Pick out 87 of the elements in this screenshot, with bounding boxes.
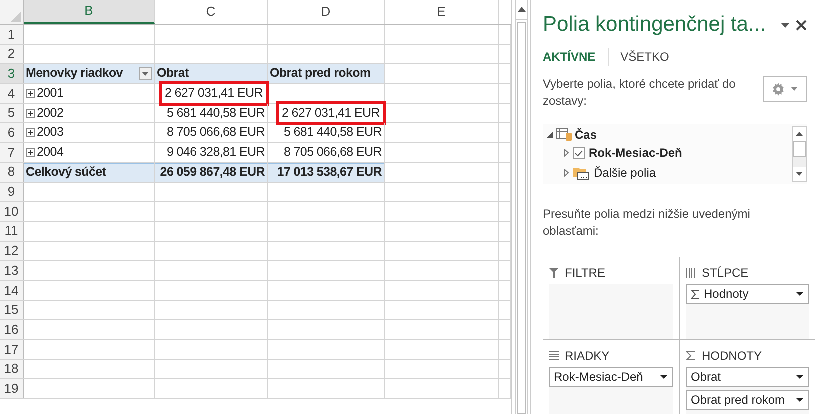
table-name: Čas [575,126,598,144]
up-arrow-icon[interactable] [518,7,526,12]
expand-icon[interactable] [26,108,35,118]
row-header[interactable]: 12 [0,242,24,260]
row-header[interactable]: 16 [0,320,24,339]
table-cell-text: 8 705 066,68 EUR [284,144,382,162]
row-header[interactable]: 2 [0,44,24,64]
row-header[interactable]: 15 [0,300,24,320]
area-label: RIADKY [565,348,610,365]
settings-icon [772,82,785,96]
dropdown-arrow-icon[interactable] [796,398,804,402]
filter-dropdown[interactable] [139,67,152,80]
expand-icon[interactable] [26,128,35,138]
row-header[interactable]: 6 [0,123,24,142]
area-label: HODNOTY [702,348,762,365]
dropdown-arrow-icon[interactable] [796,292,804,296]
field-name: Rok-Mesiac-Deň [589,145,682,162]
expand-icon[interactable] [26,148,35,157]
row-header[interactable]: 13 [0,261,24,280]
down-arrow-icon[interactable] [796,172,803,176]
sigma-icon [686,351,696,361]
row-header[interactable]: 10 [0,202,24,221]
field-dropdown[interactable]: Hodnoty [686,284,809,304]
expander-icon[interactable] [547,132,553,138]
table-cell-text: 5 681 440,58 EUR [166,104,265,122]
vertical-scrollbar[interactable] [515,0,528,414]
tab[interactable]: VŠETKO [620,48,682,66]
areas-hint: Presuňte polia medzi nižšie uvedenými oblasťami: [543,206,752,240]
table-icon [556,128,572,141]
table-cell-text: Obrat [157,65,189,82]
row-header[interactable]: 4 [0,84,24,103]
tab[interactable]: AKTÍVNE [543,48,609,66]
up-arrow-icon[interactable] [796,132,803,136]
table-cell-text: 2001 [37,85,64,102]
table-cell-text: Obrat pred rokom [270,65,371,82]
row-header[interactable]: 3 [0,64,24,84]
dropdown-arrow-icon[interactable] [660,375,668,379]
expander-icon[interactable] [564,169,569,177]
field-dropdown[interactable]: Obrat pred rokom [686,390,809,410]
field-name: Ďalšie polia [594,165,656,182]
checkmark-icon [575,150,583,156]
panel-title: Polia kontingenčnej ta... [543,12,766,38]
table-cell-text: Celkový súčet [26,164,106,182]
field-checkbox[interactable] [573,147,585,159]
table-cell: 2 627 031,41 EUR [162,84,266,103]
table-cell-text: 2003 [37,124,64,142]
row-header[interactable]: 14 [0,280,24,300]
table-cell-text: 9 046 328,81 EUR [166,144,265,162]
drop-zone[interactable]: Rok-Mesiac-Deň [549,367,673,414]
row-header[interactable]: 11 [0,222,24,241]
row-header[interactable]: 5 [0,104,24,122]
close-icon[interactable] [796,20,807,30]
table-cell-text: 17 013 538,67 EUR [277,164,382,182]
expand-icon[interactable] [26,88,35,98]
row-header[interactable]: 17 [0,340,24,359]
table-cell-text: 5 681 440,58 EUR [284,124,382,142]
dropdown-arrow-icon[interactable] [796,375,804,379]
table-cell-text: 2004 [37,144,64,162]
table-cell-text: 2002 [37,104,64,122]
expander-icon[interactable] [564,149,569,157]
columns-icon [686,268,696,278]
row-header[interactable]: 7 [0,143,24,162]
rows-icon [549,351,559,361]
field-dropdown[interactable]: Obrat [686,367,809,387]
list-scrollbar[interactable] [792,126,807,182]
row-header[interactable]: 9 [0,182,24,202]
instruction-text: Vyberte polia, ktoré chcete pridať do zostavy: [543,76,737,110]
area-label: STĹPCE [702,265,749,282]
filter-icon [549,268,559,278]
table-cell-text: 8 705 066,68 EUR [166,124,265,142]
column-header[interactable]: B [24,0,155,24]
row-header[interactable]: 19 [0,379,24,398]
area-label: FILTRE [565,265,606,282]
caret-icon [142,72,149,76]
row-header[interactable]: 8 [0,162,24,182]
table-cell-text: Menovky riadkov [26,65,123,82]
table-cell: 2 627 031,41 EUR [278,104,383,122]
caret-icon [791,87,798,91]
drop-zone[interactable]: Hodnoty [686,284,809,339]
settings-button[interactable] [763,76,807,102]
dropdown-arrow-icon[interactable] [781,22,790,28]
row-header[interactable]: 18 [0,360,24,378]
table-cell-text: 26 059 867,48 EUR [160,164,265,182]
field-dropdown[interactable]: Rok-Mesiac-Deň [549,367,673,387]
row-header[interactable]: 1 [0,25,24,44]
drop-zone[interactable]: Obrat Obrat pred rokom [686,367,809,414]
folder-icon [573,166,590,180]
